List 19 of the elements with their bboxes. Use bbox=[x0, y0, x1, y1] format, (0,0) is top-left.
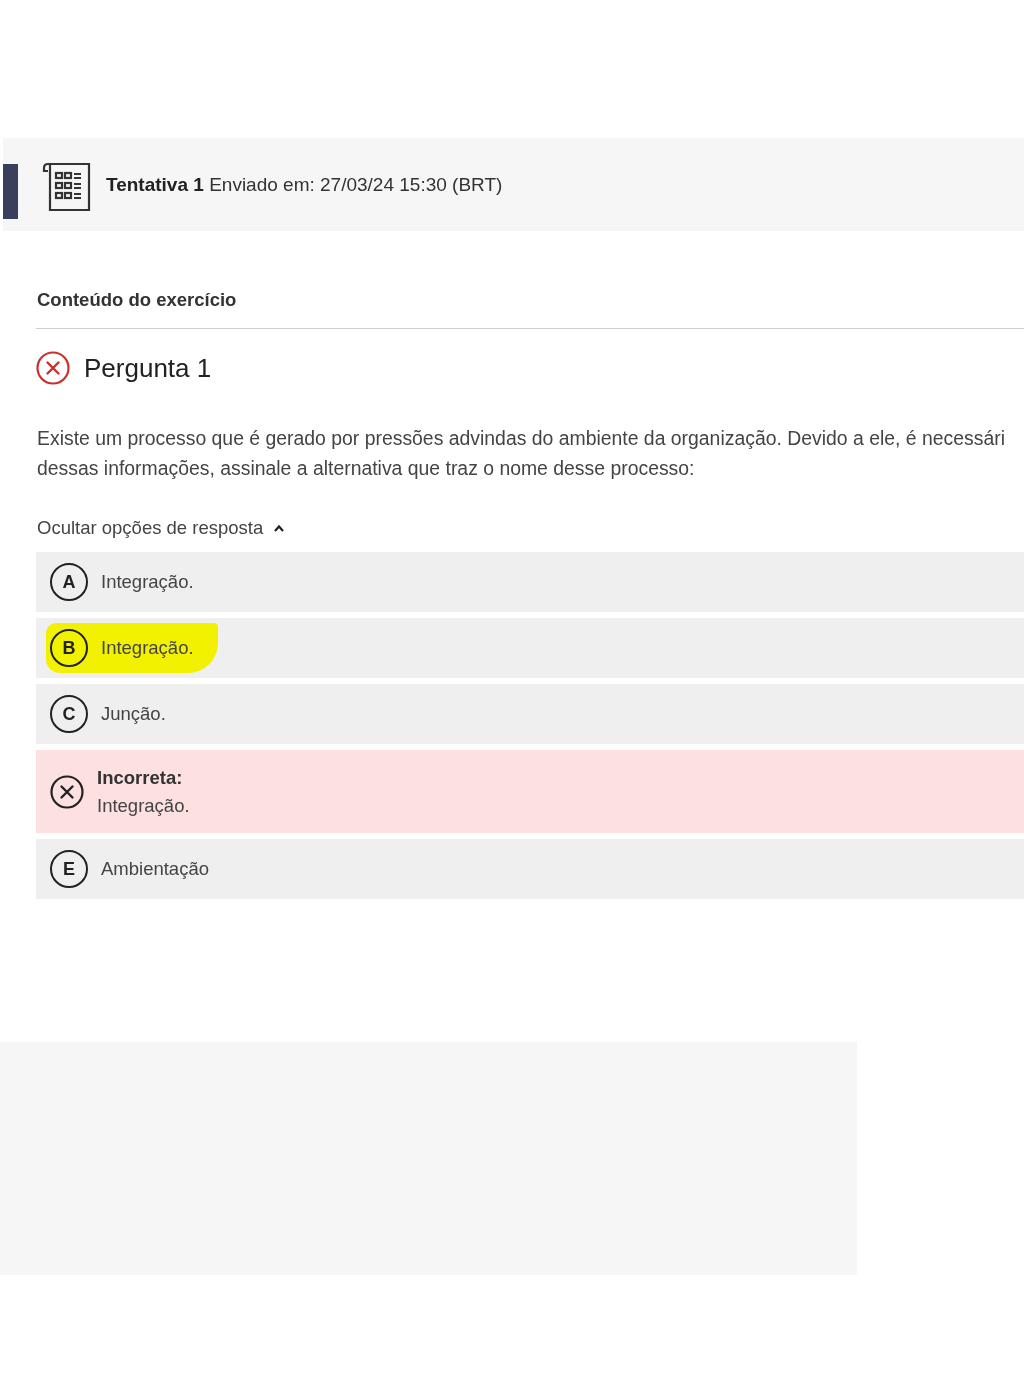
option-text: Ambientação bbox=[101, 858, 209, 880]
question-text: Existe um processo que é gerado por pressões advindas do ambiente da organização. Devido a ele, é necessári dessas informações, assinale a alternativa que traz o nome desse processo: bbox=[37, 426, 1006, 481]
option-letter: B bbox=[50, 629, 88, 667]
toggle-answers-link[interactable]: Ocultar opções de resposta bbox=[37, 517, 286, 539]
section-title: Conteúdo do exercício bbox=[36, 231, 1024, 329]
result-label: Incorreta: bbox=[97, 766, 184, 789]
question-title: Pergunta 1 bbox=[84, 352, 212, 384]
option-letter: E bbox=[50, 850, 88, 888]
option-text: Junção. bbox=[101, 703, 166, 725]
chevron-icon bbox=[273, 524, 286, 532]
incorrect-icon bbox=[36, 351, 70, 385]
option-text: Integração. bbox=[97, 794, 190, 817]
accent-bar bbox=[3, 164, 18, 219]
option-letter: A bbox=[50, 563, 88, 601]
incorrect-icon bbox=[50, 774, 84, 809]
option-text: Integração. bbox=[101, 637, 194, 659]
option-text: Integração. bbox=[101, 571, 194, 593]
attempt-info: Tentativa 1 Enviado em: 27/03/24 15:30 (BRT) bbox=[106, 173, 503, 196]
option-letter: C bbox=[50, 695, 88, 733]
